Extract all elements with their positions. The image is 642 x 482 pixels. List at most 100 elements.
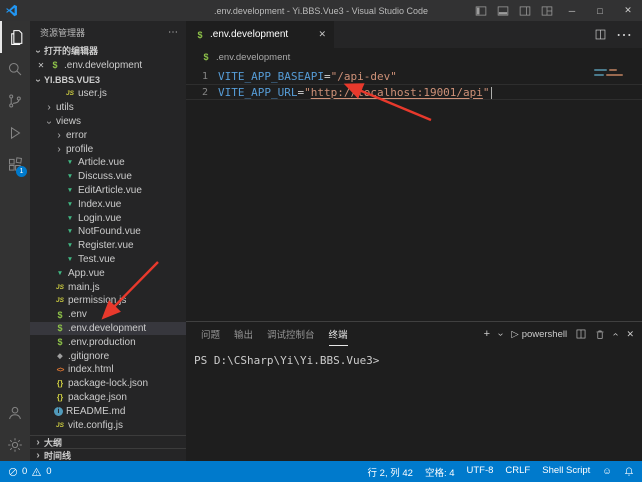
more-actions-icon[interactable]: ⋯ — [168, 27, 178, 38]
explorer-icon[interactable] — [0, 21, 30, 53]
maximize-panel-icon[interactable]: › — [610, 332, 621, 335]
info-file-icon: i — [54, 407, 63, 416]
status-item[interactable]: 空格: 4 — [425, 465, 455, 479]
js-file-icon: JS — [54, 284, 66, 291]
vue-file-icon: ▼ — [64, 159, 76, 166]
toggle-secondary-sidebar-icon[interactable] — [514, 0, 536, 21]
more-actions-icon[interactable]: ⋯ — [616, 25, 632, 45]
outline-section[interactable]: › 大纲 — [30, 435, 186, 448]
breadcrumb-label: .env.development — [216, 52, 290, 63]
close-tab-icon[interactable]: ✕ — [318, 29, 326, 40]
close-panel-icon[interactable]: ✕ — [626, 329, 634, 340]
open-editors-label: 打开的编辑器 — [44, 44, 98, 57]
panel-tab-输出[interactable]: 输出 — [234, 322, 253, 346]
panel-actions: + › ▷ powershell › ✕ — [484, 328, 634, 340]
panel-tab-问题[interactable]: 问题 — [201, 322, 220, 346]
tree-item-Login.vue[interactable]: ›▼Login.vue — [30, 211, 186, 225]
toggle-sidebar-icon[interactable] — [470, 0, 492, 21]
minimize-button[interactable]: ─ — [558, 0, 586, 21]
close-icon[interactable]: ✕ — [36, 61, 46, 70]
file-name: Test.vue — [78, 254, 115, 265]
tree-item-package-lock.json[interactable]: ›{}package-lock.json — [30, 377, 186, 391]
project-header[interactable]: › YI.BBS.VUE3 — [30, 72, 186, 87]
maximize-button[interactable]: □ — [586, 0, 614, 21]
open-editors-header[interactable]: › 打开的编辑器 — [30, 43, 186, 58]
status-item[interactable]: Shell Script — [542, 465, 590, 479]
tree-item-error[interactable]: ›error — [30, 128, 186, 142]
terminal-shell-chip[interactable]: ▷ powershell — [511, 329, 567, 340]
tree-item-permission.js[interactable]: ›JSpermission.js — [30, 294, 186, 308]
kill-terminal-trash-icon[interactable] — [595, 329, 605, 340]
code-editor[interactable]: 1VITE_APP_BASEAPI="/api-dev"2VITE_APP_UR… — [186, 66, 642, 321]
tree-item-Discuss.vue[interactable]: ›▼Discuss.vue — [30, 170, 186, 184]
split-editor-icon[interactable] — [595, 29, 606, 40]
settings-gear-icon[interactable] — [0, 429, 30, 461]
search-icon[interactable] — [0, 53, 30, 85]
tree-item-App.vue[interactable]: ›▼App.vue — [30, 266, 186, 280]
activity-bar: 1 — [0, 21, 30, 461]
tree-item-.gitignore[interactable]: ›◆.gitignore — [30, 349, 186, 363]
terminal-output[interactable]: PS D:\CSharp\Yi\Yi.BBS.Vue3> — [186, 346, 642, 461]
status-item[interactable]: 行 2, 列 42 — [368, 465, 413, 479]
folder-chevron-icon: › — [44, 102, 54, 113]
tree-item-user.js[interactable]: ›JSuser.js — [30, 87, 186, 101]
tree-item-NotFound.vue[interactable]: ›▼NotFound.vue — [30, 225, 186, 239]
status-item[interactable]: UTF-8 — [467, 465, 494, 479]
run-debug-icon[interactable] — [0, 117, 30, 149]
editor-actions: ⋯ — [595, 21, 642, 48]
vue-file-icon: ▼ — [64, 201, 76, 208]
source-control-icon[interactable] — [0, 85, 30, 117]
tree-item-package.json[interactable]: ›{}package.json — [30, 391, 186, 405]
file-name: views — [56, 116, 81, 127]
panel-tab-终端[interactable]: 终端 — [329, 322, 348, 346]
shell-file-icon: $ — [54, 337, 66, 347]
terminal-dropdown-icon[interactable]: › — [495, 332, 506, 335]
tree-item-EditArticle.vue[interactable]: ›▼EditArticle.vue — [30, 184, 186, 198]
toggle-panel-icon[interactable] — [492, 0, 514, 21]
tree-item-Index.vue[interactable]: ›▼Index.vue — [30, 197, 186, 211]
explorer-sidebar: 资源管理器 ⋯ › 打开的编辑器 ✕ $ .env.development › … — [30, 21, 186, 461]
tree-item-Test.vue[interactable]: ›▼Test.vue — [30, 253, 186, 267]
titlebar-controls: ─ □ ✕ — [470, 0, 642, 21]
tree-item-.env.development[interactable]: ›$.env.development — [30, 322, 186, 336]
customize-layout-icon[interactable] — [536, 0, 558, 21]
folder-chevron-icon: › — [54, 144, 64, 155]
json-file-icon: {} — [54, 379, 66, 388]
file-name: Register.vue — [78, 240, 134, 251]
feedback-smiley-icon[interactable]: ☺ — [602, 466, 612, 477]
vscode-logo-icon — [0, 4, 22, 17]
tree-item-.env[interactable]: ›$.env — [30, 308, 186, 322]
code-line-1[interactable]: 1VITE_APP_BASEAPI="/api-dev" — [186, 68, 642, 84]
timeline-section[interactable]: › 时间线 — [30, 448, 186, 461]
tree-item-main.js[interactable]: ›JSmain.js — [30, 280, 186, 294]
problems-status[interactable]: 0 0 — [8, 466, 52, 477]
tree-item-utils[interactable]: ›utils — [30, 101, 186, 115]
open-editor-item[interactable]: ✕ $ .env.development — [30, 58, 186, 72]
tree-item-views[interactable]: ›views — [30, 115, 186, 129]
panel-tab-调试控制台[interactable]: 调试控制台 — [267, 322, 315, 346]
code-line-2[interactable]: 2VITE_APP_URL="http://localhost:19001/ap… — [186, 84, 642, 100]
tree-item-index.html[interactable]: ›<>index.html — [30, 363, 186, 377]
tree-item-Register.vue[interactable]: ›▼Register.vue — [30, 239, 186, 253]
split-terminal-icon[interactable] — [576, 329, 586, 339]
shell-file-icon: $ — [194, 30, 206, 40]
folder-chevron-icon: › — [44, 118, 55, 128]
extensions-icon[interactable]: 1 — [0, 149, 30, 181]
tree-item-Article.vue[interactable]: ›▼Article.vue — [30, 156, 186, 170]
notifications-bell-icon[interactable] — [624, 466, 634, 477]
new-terminal-icon[interactable]: + — [484, 328, 490, 340]
tree-item-.env.production[interactable]: ›$.env.production — [30, 335, 186, 349]
line-number: 2 — [186, 87, 218, 98]
tab-env-development[interactable]: $ .env.development ✕ — [186, 21, 334, 48]
close-button[interactable]: ✕ — [614, 0, 642, 21]
tree-item-profile[interactable]: ›profile — [30, 142, 186, 156]
minimap[interactable] — [594, 69, 636, 79]
sidebar-title-label: 资源管理器 — [40, 26, 85, 39]
tree-item-vite.config.js[interactable]: ›JSvite.config.js — [30, 418, 186, 432]
file-name: Article.vue — [78, 157, 125, 168]
breadcrumb[interactable]: $ .env.development — [186, 48, 642, 66]
account-icon[interactable] — [0, 397, 30, 429]
status-item[interactable]: CRLF — [505, 465, 530, 479]
js-file-icon: JS — [54, 297, 66, 304]
tree-item-README.md[interactable]: ›iREADME.md — [30, 404, 186, 418]
